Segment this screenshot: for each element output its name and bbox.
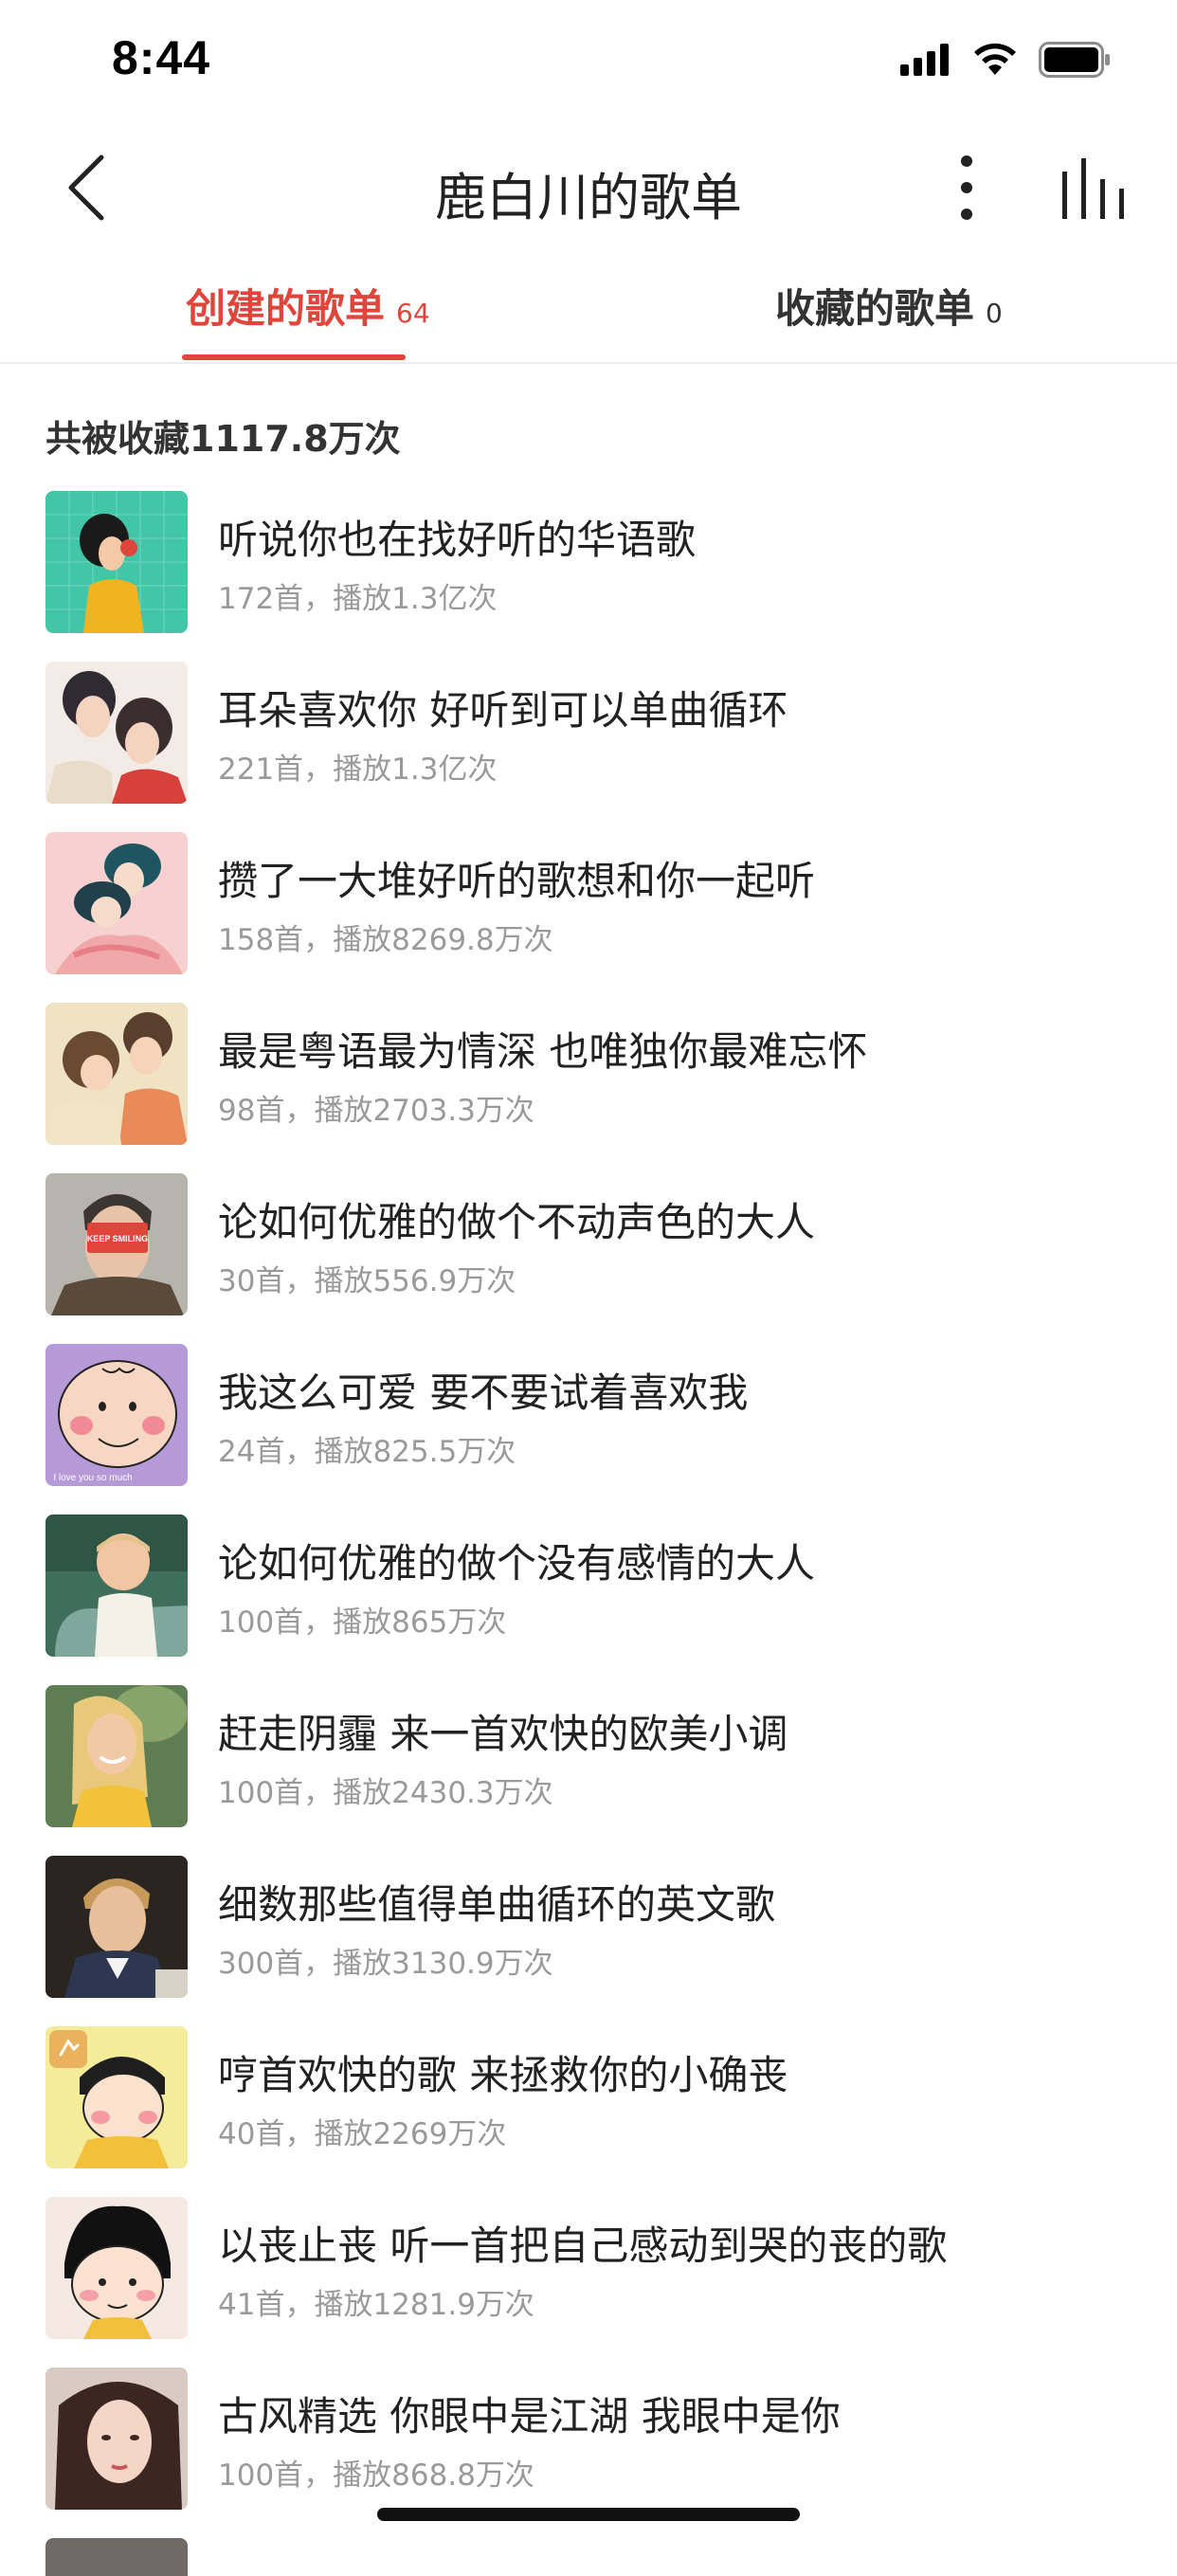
playlist-cover-image: [45, 832, 188, 974]
status-icons: [900, 42, 1111, 82]
playlist-cover-image: [45, 1003, 188, 1145]
playlist-cover-image: [45, 1856, 188, 1998]
playlist-item[interactable]: KEEP SMILING 论如何优雅的做个不动声色的大人 30首，播放556.9…: [0, 1173, 1177, 1344]
playlist-item[interactable]: 以丧止丧 听一首把自己感动到哭的丧的歌 41首，播放1281.9万次: [0, 2197, 1177, 2367]
home-indicator: [377, 2508, 800, 2521]
playlist-cover-image: [45, 491, 188, 633]
status-time: 8:44: [112, 31, 211, 84]
playlist-meta: 100首，播放865万次: [218, 1605, 507, 1640]
playlist-meta: 300首，播放3130.9万次: [218, 1947, 553, 1981]
playlist-meta: 98首，播放2703.3万次: [218, 1094, 534, 1128]
playlist-cover-image: [45, 2538, 188, 2576]
playlist-item[interactable]: 赶走阴霾 来一首欢快的欧美小调 100首，播放2430.3万次: [0, 1685, 1177, 1856]
tab-bar: 创建的歌单 64 收藏的歌单 0: [0, 265, 1177, 364]
playing-bars-icon: [1060, 158, 1127, 223]
status-bar: 8:44: [0, 0, 1177, 123]
playlist-item[interactable]: 耳朵喜欢你 好听到可以单曲循环 221首，播放1.3亿次: [0, 662, 1177, 832]
playlist-title: 论如何优雅的做个不动声色的大人: [218, 1199, 816, 1245]
playlist-cover-image: KEEP SMILING: [45, 1173, 188, 1315]
tab-count: 64: [396, 298, 430, 329]
tab-label: 创建的歌单: [186, 285, 386, 332]
playlist-item[interactable]: 细数那些值得单曲循环的英文歌 300首，播放3130.9万次: [0, 1856, 1177, 2026]
active-tab-indicator: [182, 354, 406, 360]
playlist-title: 哼首欢快的歌 来拯救你的小确丧: [218, 2052, 788, 2098]
playlist-item[interactable]: 攒了一大堆好听的歌想和你一起听 158首，播放8269.8万次: [0, 832, 1177, 1003]
playlist-meta: 100首，播放2430.3万次: [218, 1776, 553, 1810]
more-button[interactable]: [938, 152, 995, 227]
playlist-meta: 41首，播放1281.9万次: [218, 2288, 534, 2322]
playlist-meta: 40首，播放2269万次: [218, 2117, 507, 2151]
playlist-item[interactable]: 哼首欢快的歌 来拯救你的小确丧 40首，播放2269万次: [0, 2026, 1177, 2197]
playlist-cover-image: [45, 1515, 188, 1657]
playlist-item[interactable]: 听说你也在找好听的华语歌 172首，播放1.3亿次: [0, 491, 1177, 662]
playlist-cover-image: I love you so much: [45, 1344, 188, 1486]
collected-summary: 共被收藏1117.8万次: [45, 418, 401, 460]
now-playing-button[interactable]: [1056, 157, 1132, 224]
battery-icon: [1039, 42, 1111, 82]
tab-count: 0: [986, 298, 1003, 329]
playlist-cover-image: [45, 662, 188, 804]
playlist-title: 攒了一大堆好听的歌想和你一起听: [218, 858, 816, 904]
playlist-cover-image: [45, 2197, 188, 2339]
playlist-meta: 221首，播放1.3亿次: [218, 753, 498, 787]
nav-bar: 鹿白川的歌单: [0, 133, 1177, 246]
playlist-meta: 24首，播放825.5万次: [218, 1435, 516, 1469]
playlist-title: 听说你也在找好听的华语歌: [218, 517, 697, 563]
more-vertical-icon: [960, 154, 973, 225]
cellular-signal-icon: [900, 44, 951, 80]
playlist-meta: 172首，播放1.3亿次: [218, 582, 498, 616]
playlist-title: 古风精选 你眼中是江湖 我眼中是你: [218, 2393, 841, 2440]
cover-label: I love you so much: [53, 1473, 132, 1483]
cover-label: KEEP SMILING: [87, 1234, 148, 1243]
playlist-list: 听说你也在找好听的华语歌 172首，播放1.3亿次 耳朵喜欢你 好听到可以单曲循…: [0, 491, 1177, 2576]
playlist-item[interactable]: 论如何优雅的做个没有感情的大人 100首，播放865万次: [0, 1515, 1177, 1685]
playlist-title: 耳朵喜欢你 好听到可以单曲循环: [218, 687, 788, 734]
playlist-meta: 30首，播放556.9万次: [218, 1264, 516, 1298]
playlist-title: 我这么可爱 要不要试着喜欢我: [218, 1370, 749, 1416]
playlist-cover-image: [45, 2026, 188, 2168]
tab-created-playlists[interactable]: 创建的歌单 64: [186, 277, 430, 353]
playlist-title: 最是粤语最为情深 也唯独你最难忘怀: [218, 1028, 868, 1075]
playlist-title: 赶走阴霾 来一首欢快的欧美小调: [218, 1711, 788, 1757]
page-title: 鹿白川的歌单: [435, 168, 742, 227]
playlist-item[interactable]: I love you so much 我这么可爱 要不要试着喜欢我 24首，播放…: [0, 1344, 1177, 1515]
tab-collected-playlists[interactable]: 收藏的歌单 0: [775, 277, 1003, 353]
playlist-cover-image: [45, 1685, 188, 1827]
playlist-title: 以丧止丧 听一首把自己感动到哭的丧的歌: [218, 2222, 948, 2269]
playlist-meta: 100首，播放868.8万次: [218, 2458, 534, 2493]
playlist-item[interactable]: [0, 2538, 1177, 2576]
playlist-cover-image: [45, 2367, 188, 2510]
playlist-meta: 158首，播放8269.8万次: [218, 923, 553, 957]
playlist-title: 细数那些值得单曲循环的英文歌: [218, 1881, 776, 1928]
wifi-icon: [972, 43, 1018, 81]
playlist-title: 论如何优雅的做个没有感情的大人: [218, 1540, 816, 1587]
tab-label: 收藏的歌单: [775, 285, 975, 332]
playlist-item[interactable]: 最是粤语最为情深 也唯独你最难忘怀 98首，播放2703.3万次: [0, 1003, 1177, 1173]
